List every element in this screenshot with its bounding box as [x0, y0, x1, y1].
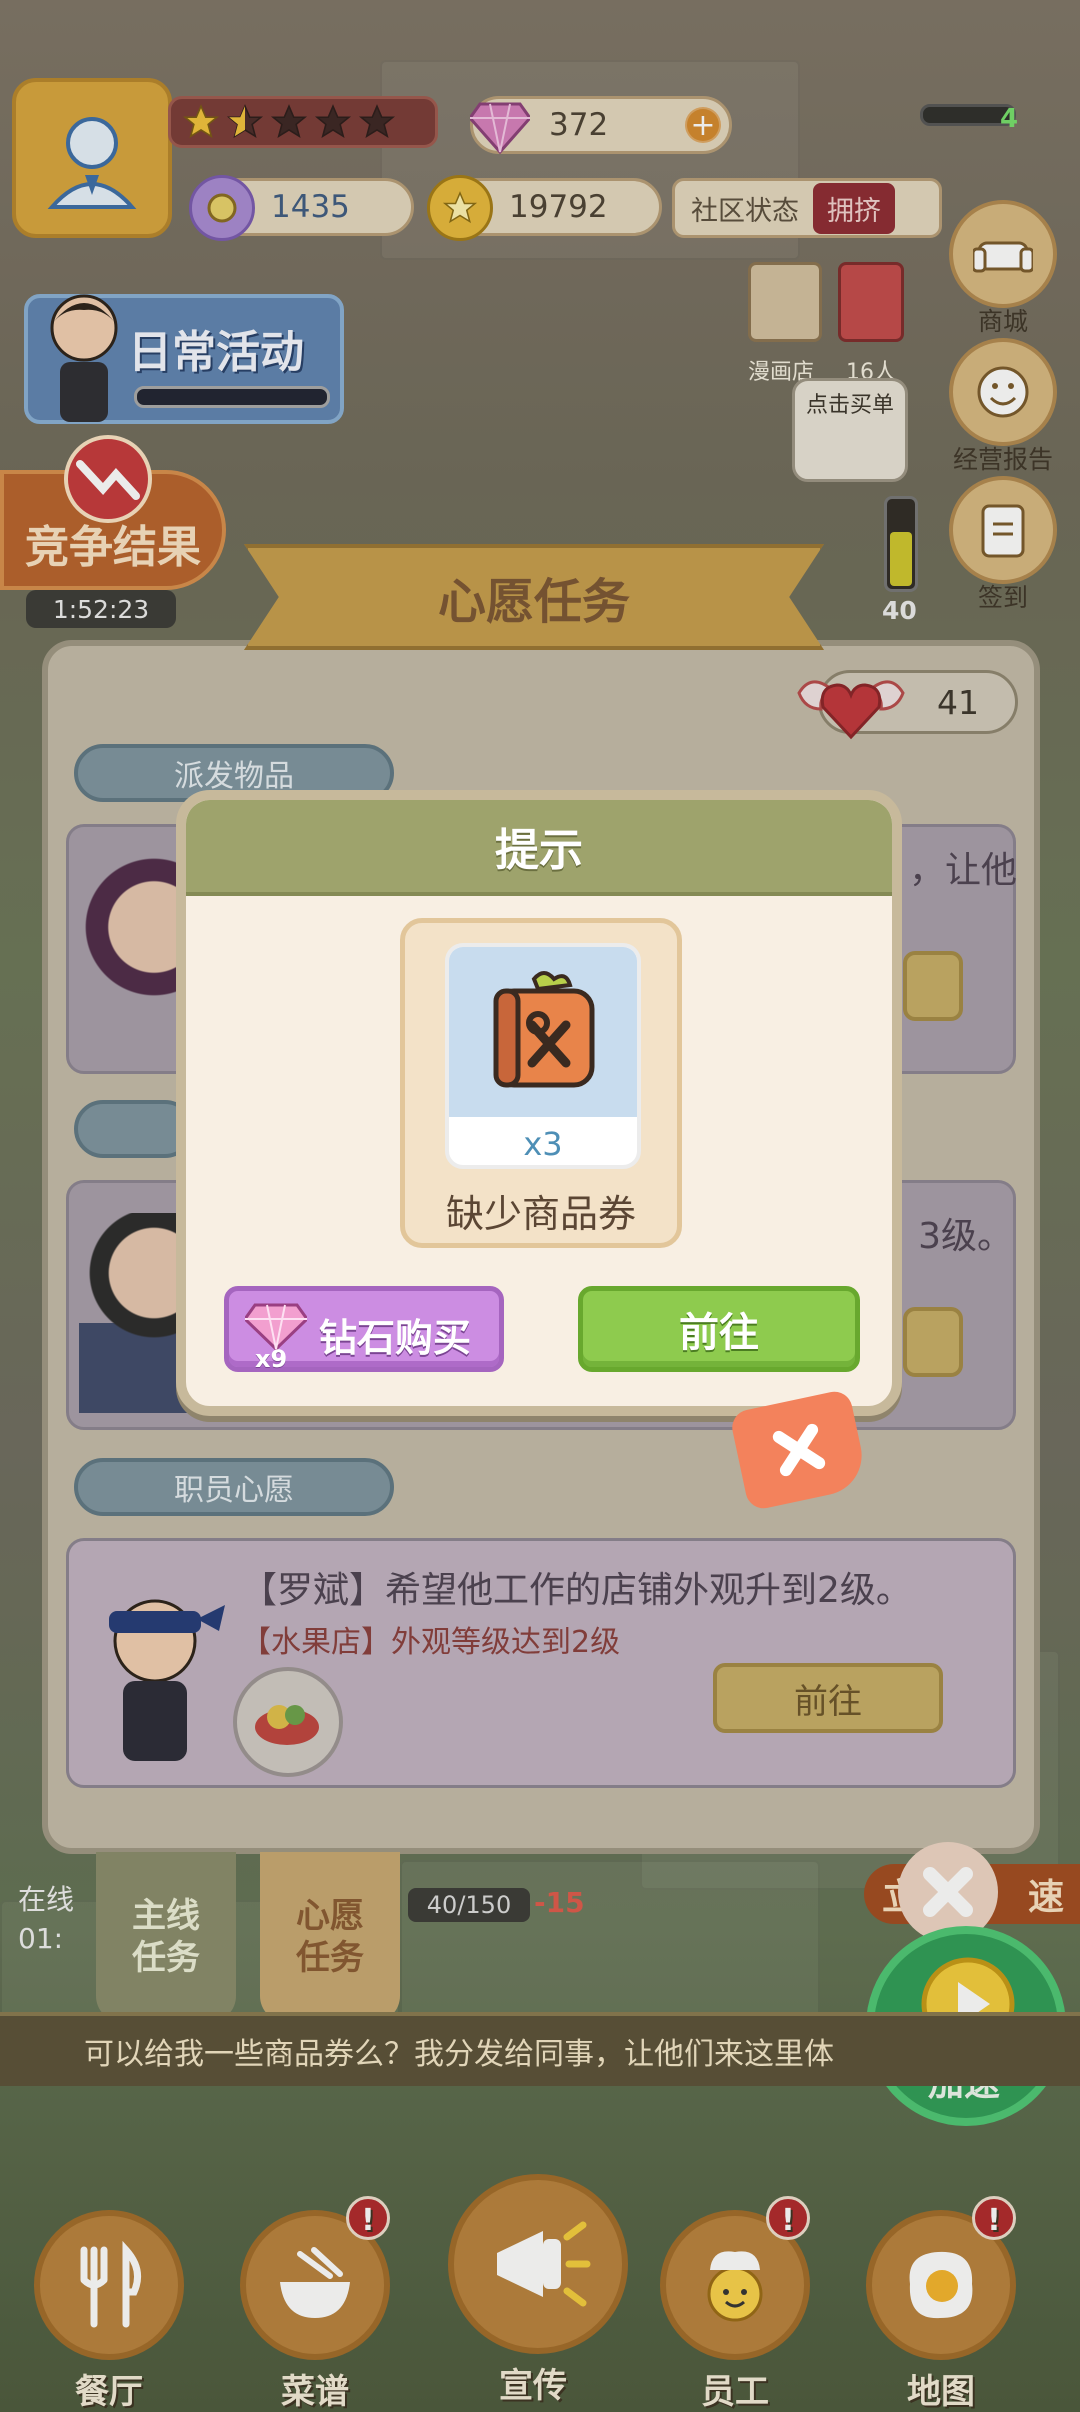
- voucher-icon: [449, 947, 637, 1117]
- dialog-title: 提示: [495, 825, 583, 876]
- item-tile: x3: [445, 943, 641, 1169]
- tip-dialog: 提示 x3 缺少商品券 x9 钻石购买 前往: [176, 790, 902, 1416]
- item-name: 缺少商品券: [445, 1192, 636, 1236]
- go-button-label: 前往: [679, 1310, 759, 1356]
- item-quantity: x3: [523, 1125, 563, 1163]
- diamond-buy-button[interactable]: x9 钻石购买: [224, 1286, 504, 1373]
- close-icon: [772, 1423, 826, 1477]
- dialog-header: 提示: [186, 800, 892, 896]
- diamond-buy-label: 钻石购买: [319, 1316, 472, 1360]
- diamond-cost: x9: [255, 1345, 288, 1373]
- diamond-icon: [245, 1303, 307, 1351]
- go-button[interactable]: 前往: [578, 1286, 860, 1372]
- missing-item-frame: x3 缺少商品券: [400, 918, 682, 1248]
